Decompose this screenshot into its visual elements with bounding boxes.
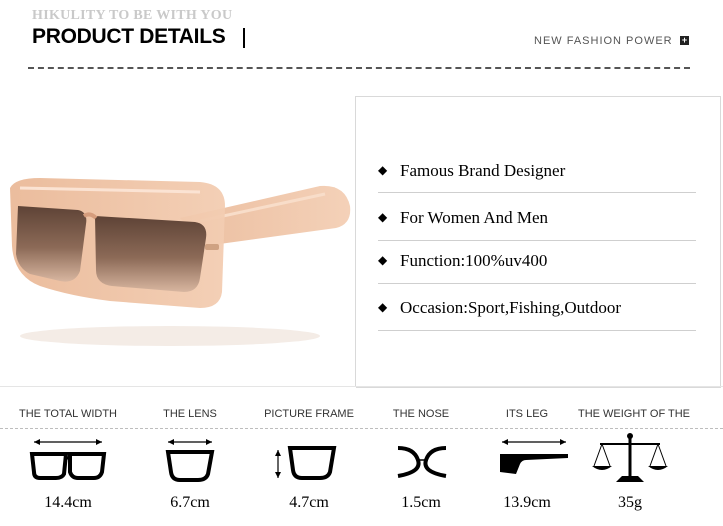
header-subtitle: HIKULITY TO BE WITH YOU [32,8,233,23]
plus-icon: + [680,35,689,45]
page-title: PRODUCT DETAILS [32,25,226,48]
header-tagline: NEW FASHION POWER [534,35,673,47]
header-divider [28,67,690,69]
spec-label-lens: THE LENS [163,408,217,420]
spec-label-nose: THE NOSE [392,408,450,420]
spec-value-nose: 1.5cm [401,494,441,511]
total-width-icon [29,439,107,480]
feature-item: ◆ Occasion:Sport,Fishing,Outdoor [378,298,621,318]
lens-width-icon [165,439,215,482]
feature-text: Occasion:Sport,Fishing,Outdoor [400,298,621,317]
spec-value-total-width: 14.4cm [44,494,92,511]
spec-value-weight: 35g [618,494,642,511]
nose-bridge-icon [397,446,447,478]
feature-item: ◆ For Women And Men [378,208,548,228]
spec-value-lens: 6.7cm [170,494,210,511]
feature-underline [378,240,696,241]
diamond-bullet-icon: ◆ [378,163,388,177]
frame-height-icon [275,446,337,480]
diamond-bullet-icon: ◆ [378,300,388,314]
spec-label-weight: THE WEIGHT OF THE [577,408,691,420]
feature-underline [378,330,696,331]
feature-item: ◆ Function:100%uv400 [378,251,547,271]
spec-value-frame: 4.7cm [289,494,329,511]
feature-text: Famous Brand Designer [400,161,566,180]
title-divider [243,28,245,48]
feature-item: ◆ Famous Brand Designer [378,161,565,181]
weight-scale-icon [592,433,668,482]
temple-length-icon [500,439,568,474]
spec-label-leg: ITS LEG [505,408,549,420]
features-panel [356,96,721,388]
diamond-bullet-icon: ◆ [378,210,388,224]
diamond-bullet-icon: ◆ [378,253,388,267]
feature-underline [378,192,696,193]
feature-text: For Women And Men [400,208,549,227]
section-divider [0,386,723,387]
feature-text: Function:100%uv400 [400,251,548,270]
product-photo [0,96,356,386]
specs-divider [0,428,723,429]
feature-underline [378,283,696,284]
spec-value-leg: 13.9cm [503,494,551,511]
spec-label-total-width: THE TOTAL WIDTH [19,408,117,420]
spec-label-frame: PICTURE FRAME [264,408,354,420]
sunglasses-image [10,178,351,346]
